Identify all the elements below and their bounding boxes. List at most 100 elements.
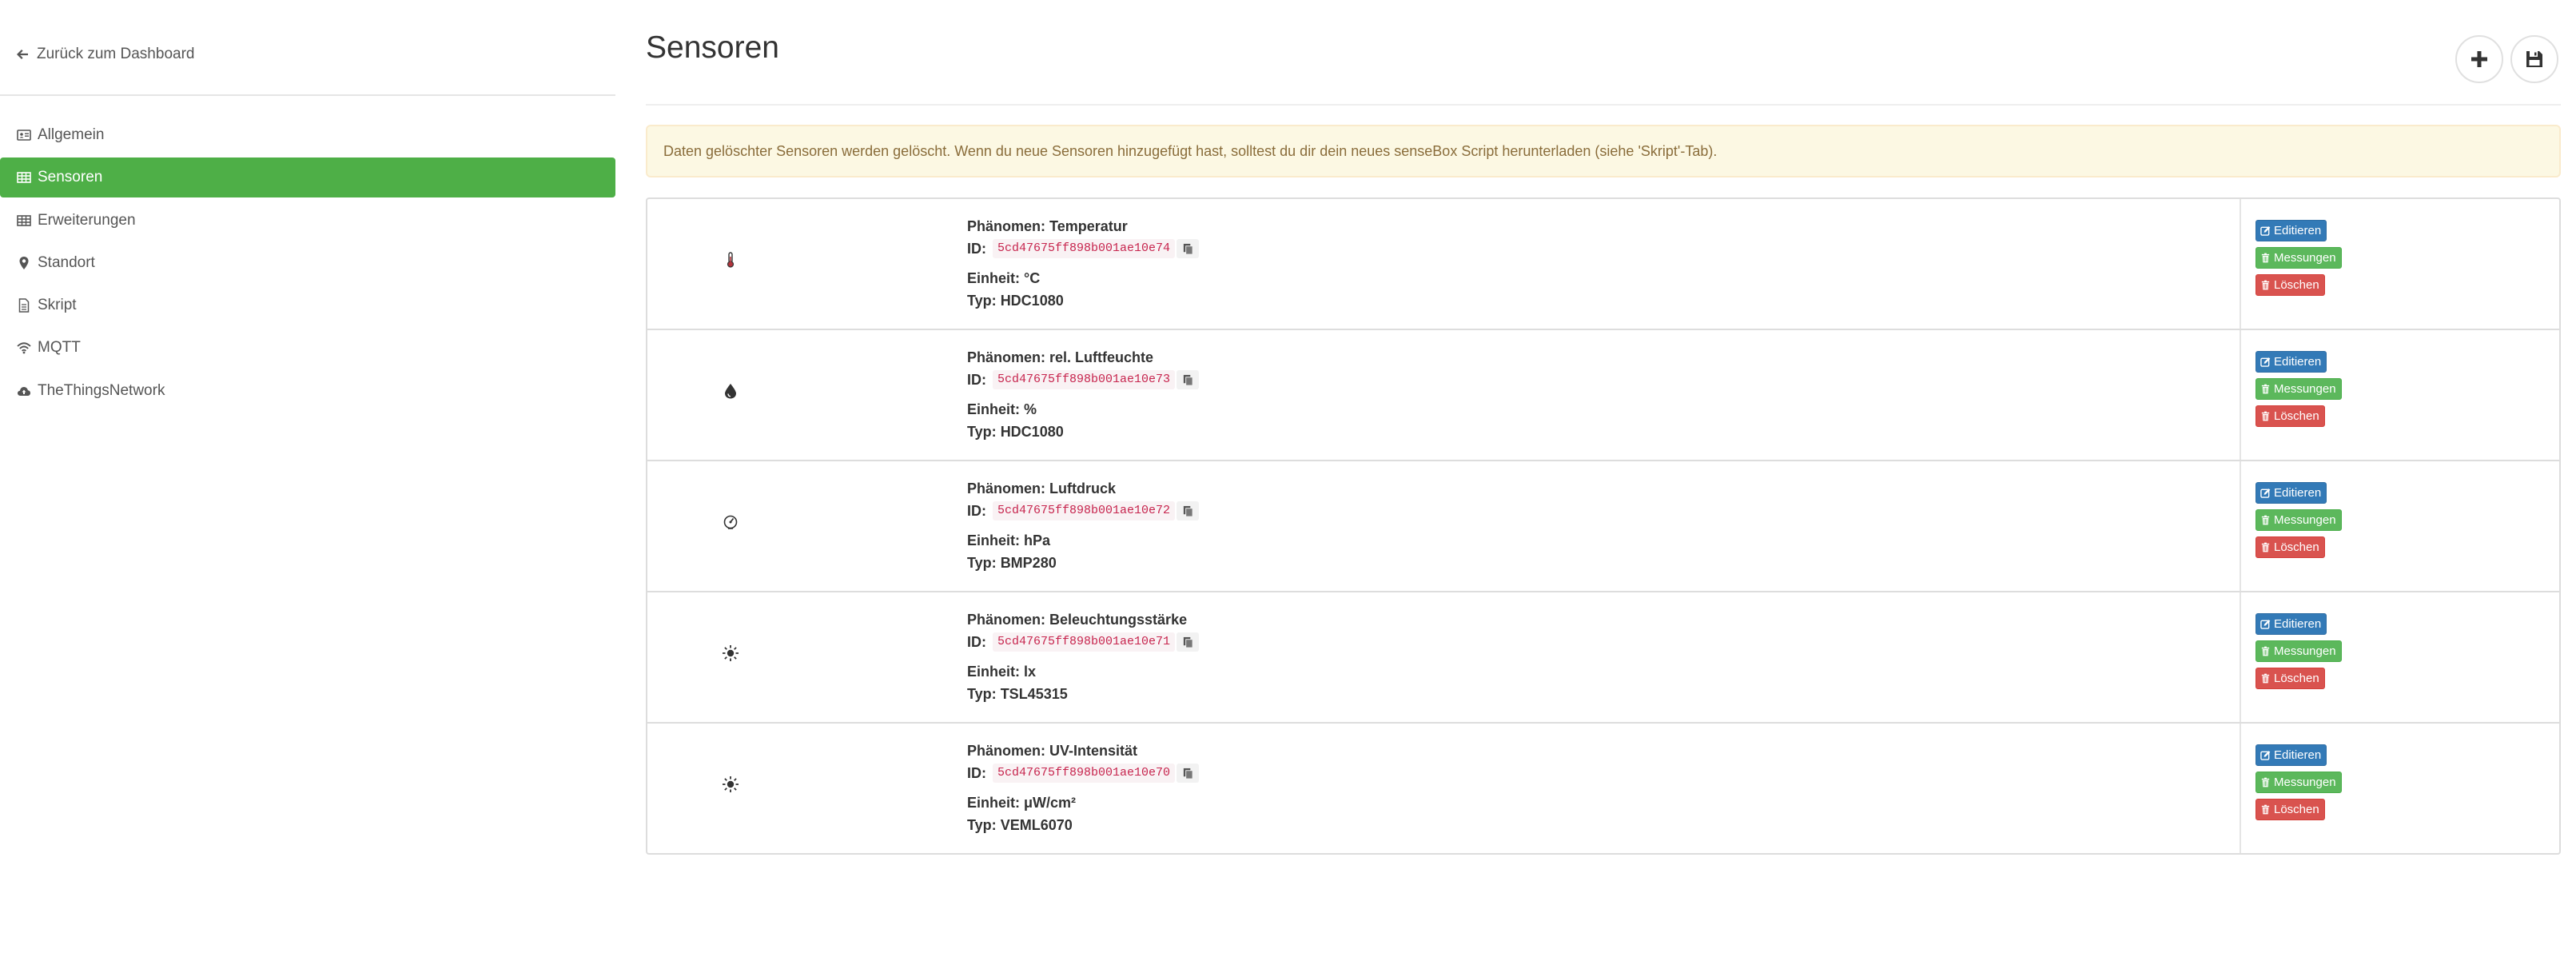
- edit-icon: [2260, 750, 2271, 760]
- back-to-dashboard-link[interactable]: Zurück zum Dashboard: [16, 42, 194, 66]
- sidebar-item-label: Allgemein: [38, 126, 105, 143]
- id-label: ID:: [967, 765, 986, 781]
- delete-button[interactable]: Löschen: [2255, 799, 2325, 820]
- type-value: VEML6070: [1000, 817, 1073, 833]
- thermometer-icon: [715, 244, 747, 276]
- delete-label: Löschen: [2274, 540, 2319, 554]
- delete-button[interactable]: Löschen: [2255, 668, 2325, 689]
- trash-icon: [2260, 280, 2271, 290]
- unit-label: Einheit:: [967, 270, 1020, 286]
- wifi-icon: [16, 340, 32, 356]
- sensor-list: Phänomen: Temperatur ID: 5cd47675ff898b00…: [646, 197, 2561, 855]
- copy-id-button[interactable]: [1177, 370, 1200, 389]
- sidebar-item-thethingsnetwork[interactable]: TheThingsNetwork: [0, 371, 615, 411]
- sensor-info: Phänomen: rel. Luftfeuchte ID: 5cd47675ff…: [967, 346, 1200, 443]
- phenomenon-label: Phänomen:: [967, 481, 1046, 496]
- sidebar-item-standort[interactable]: Standort: [0, 243, 615, 283]
- delete-label: Löschen: [2274, 278, 2319, 292]
- type-label: Typ:: [967, 817, 997, 833]
- measurements-label: Messungen: [2274, 644, 2336, 658]
- sensor-actions: Editieren Messungen Löschen: [2240, 330, 2342, 460]
- delete-button[interactable]: Löschen: [2255, 405, 2325, 427]
- sensor-actions: Editieren Messungen Löschen: [2240, 724, 2342, 853]
- copy-id-button[interactable]: [1177, 501, 1200, 520]
- copy-id-button[interactable]: [1177, 239, 1200, 258]
- id-line: ID: 5cd47675ff898b001ae10e73: [967, 369, 1200, 391]
- delete-button[interactable]: Löschen: [2255, 274, 2325, 296]
- copy-id-button[interactable]: [1177, 764, 1200, 783]
- unit-line: Einheit: %: [967, 398, 1199, 421]
- sidebar-item-allgemein[interactable]: Allgemein: [0, 115, 615, 155]
- sensor-id: 5cd47675ff898b001ae10e71: [993, 632, 1176, 652]
- phenomenon-label: Phänomen:: [967, 743, 1046, 759]
- phenomenon-line: Phänomen: Beleuchtungsstärke: [967, 608, 1199, 631]
- sensor-id: 5cd47675ff898b001ae10e70: [993, 764, 1176, 783]
- edit-button[interactable]: Editieren: [2255, 220, 2327, 241]
- sensor-row: Phänomen: rel. Luftfeuchte ID: 5cd47675ff…: [647, 330, 2559, 461]
- measurements-button[interactable]: Messungen: [2255, 247, 2342, 269]
- unit-line: Einheit: lx: [967, 660, 1199, 683]
- sensor-id: 5cd47675ff898b001ae10e74: [993, 239, 1176, 258]
- warning-alert: Daten gelöschter Sensoren werden gelösch…: [646, 125, 2561, 177]
- unit-label: Einheit:: [967, 532, 1020, 548]
- unit-label: Einheit:: [967, 795, 1020, 811]
- sensor-row: Phänomen: Luftdruck ID: 5cd47675ff898b001…: [647, 461, 2559, 592]
- sidebar-item-erweiterungen[interactable]: Erweiterungen: [0, 201, 615, 241]
- id-line: ID: 5cd47675ff898b001ae10e74: [967, 237, 1200, 260]
- phenomenon-value: rel. Luftfeuchte: [1049, 349, 1154, 365]
- measurements-button[interactable]: Messungen: [2255, 640, 2342, 662]
- add-sensor-button[interactable]: [2455, 35, 2503, 83]
- save-button[interactable]: [2510, 35, 2558, 83]
- unit-value: °C: [1024, 270, 1041, 286]
- measurements-button[interactable]: Messungen: [2255, 378, 2342, 400]
- edit-label: Editieren: [2274, 224, 2322, 237]
- cloud-upload-icon: [16, 383, 32, 399]
- phenomenon-line: Phänomen: Luftdruck: [967, 477, 1199, 500]
- trash-icon: [2260, 673, 2271, 684]
- measurements-button[interactable]: Messungen: [2255, 772, 2342, 793]
- edit-button[interactable]: Editieren: [2255, 744, 2327, 766]
- sensor-info: Phänomen: UV-Intensität ID: 5cd47675ff898…: [967, 740, 1200, 836]
- measurements-label: Messungen: [2274, 382, 2336, 396]
- edit-label: Editieren: [2274, 748, 2322, 762]
- delete-button[interactable]: Löschen: [2255, 536, 2325, 558]
- sensor-actions: Editieren Messungen Löschen: [2240, 592, 2342, 722]
- id-label: ID:: [967, 634, 986, 650]
- sidebar-item-label: Skript: [38, 297, 77, 313]
- sidebar-item-label: Sensoren: [38, 169, 103, 185]
- sidebar-item-skript[interactable]: Skript: [0, 285, 615, 325]
- trash-icon: [2260, 646, 2271, 656]
- phenomenon-line: Phänomen: rel. Luftfeuchte: [967, 346, 1199, 369]
- measurements-button[interactable]: Messungen: [2255, 509, 2342, 531]
- sensor-info: Phänomen: Luftdruck ID: 5cd47675ff898b001…: [967, 477, 1200, 574]
- table-icon: [16, 213, 32, 229]
- type-value: HDC1080: [1000, 293, 1064, 309]
- sidebar-item-mqtt[interactable]: MQTT: [0, 328, 615, 368]
- trash-icon: [2260, 411, 2271, 421]
- id-line: ID: 5cd47675ff898b001ae10e71: [967, 631, 1200, 653]
- phenomenon-line: Phänomen: UV-Intensität: [967, 740, 1199, 762]
- sidebar-item-label: TheThingsNetwork: [38, 382, 165, 399]
- edit-button[interactable]: Editieren: [2255, 613, 2327, 635]
- sensor-row: Phänomen: Temperatur ID: 5cd47675ff898b00…: [647, 199, 2559, 330]
- edit-icon: [2260, 357, 2271, 367]
- type-line: Typ: VEML6070: [967, 814, 1199, 836]
- table-icon: [16, 169, 32, 185]
- copy-id-button[interactable]: [1177, 632, 1200, 652]
- unit-value: lx: [1024, 664, 1037, 680]
- edit-button[interactable]: Editieren: [2255, 482, 2327, 504]
- measurements-label: Messungen: [2274, 251, 2336, 265]
- measurements-label: Messungen: [2274, 513, 2336, 527]
- sensor-id: 5cd47675ff898b001ae10e72: [993, 501, 1176, 520]
- id-label: ID:: [967, 372, 986, 388]
- type-label: Typ:: [967, 424, 997, 440]
- type-value: TSL45315: [1000, 686, 1068, 702]
- sun-icon: [715, 768, 747, 800]
- edit-button[interactable]: Editieren: [2255, 351, 2327, 373]
- gauge-icon: [715, 506, 747, 538]
- sidebar-item-label: Erweiterungen: [38, 212, 136, 229]
- unit-label: Einheit:: [967, 401, 1020, 417]
- sidebar-item-sensoren[interactable]: Sensoren: [0, 158, 615, 197]
- id-line: ID: 5cd47675ff898b001ae10e70: [967, 762, 1200, 784]
- unit-value: hPa: [1024, 532, 1051, 548]
